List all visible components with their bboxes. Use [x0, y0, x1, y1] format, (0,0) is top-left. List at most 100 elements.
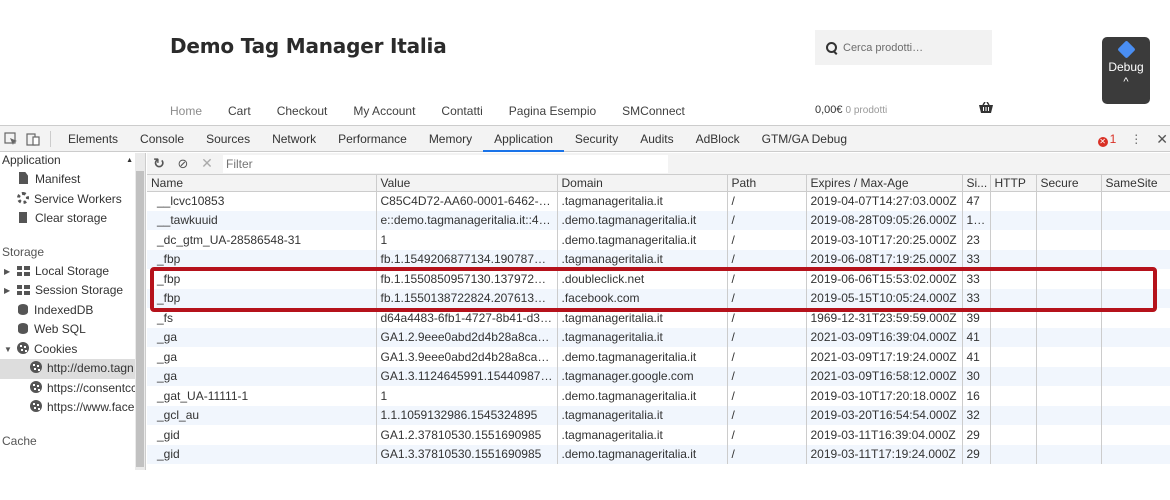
tab-network[interactable]: Network	[261, 126, 327, 152]
collapse-arrow-icon[interactable]: ▼	[4, 340, 12, 360]
table-row[interactable]: _dc_gtm_UA-28586548-31 1 .demo.tagmanageri…	[147, 230, 1170, 250]
trash-icon	[19, 212, 27, 223]
delete-selected-icon[interactable]: ✕	[195, 155, 219, 172]
column-header-name[interactable]: Name	[147, 175, 377, 192]
table-row[interactable]: _ga GA1.3.9eee0abd2d4b28a8cabb... .demo.ta…	[147, 347, 1170, 367]
cell-samesite	[1101, 444, 1170, 464]
sidebar-header-application: Application ▲	[0, 153, 145, 170]
sidebar-item-indexeddb[interactable]: IndexedDB	[0, 301, 145, 321]
cell-path: /	[727, 405, 807, 425]
grid-icon	[17, 285, 30, 295]
table-row[interactable]: _ga GA1.3.1124645991.1544098725 .tagmanage…	[147, 366, 1170, 386]
tab-memory[interactable]: Memory	[418, 126, 483, 152]
cell-http	[990, 210, 1037, 230]
sidebar-item-cookie-origin[interactable]: https://consentcc	[0, 379, 145, 399]
sidebar-item-service-workers[interactable]: Service Workers	[0, 190, 145, 210]
sidebar-item-clear-storage[interactable]: Clear storage	[0, 209, 145, 229]
cell-expires: 2019-06-08T17:19:25.000Z	[806, 249, 963, 269]
table-row[interactable]: _gid GA1.3.37810530.1551690985 .demo.tagma…	[147, 444, 1170, 464]
device-toolbar-icon[interactable]	[22, 126, 44, 152]
cell-http	[990, 327, 1037, 347]
cell-size: 29	[962, 425, 991, 445]
cell-samesite	[1101, 366, 1170, 386]
tab-application[interactable]: Application	[483, 126, 564, 152]
sidebar-item-cookie-origin[interactable]: https://www.face	[0, 398, 145, 418]
column-header-path[interactable]: Path	[727, 175, 807, 192]
table-row[interactable]: _fbp fb.1.1550850957130.1379726722 .double…	[147, 269, 1170, 289]
expand-arrow-icon[interactable]: ▶	[4, 281, 10, 301]
filter-input[interactable]	[223, 154, 668, 173]
tab-elements[interactable]: Elements	[57, 126, 129, 152]
sidebar-item-cookie-origin[interactable]: http://demo.tagn	[0, 359, 145, 379]
nav-checkout[interactable]: Checkout	[277, 104, 328, 118]
sidebar-item-manifest[interactable]: Manifest	[0, 170, 145, 190]
more-options-icon[interactable]: ⋮	[1130, 132, 1142, 146]
search-placeholder[interactable]: Cerca prodotti…	[843, 42, 923, 54]
table-row[interactable]: _gcl_au 1.1.1059132986.1545324895 .tagmana…	[147, 405, 1170, 425]
tab-console[interactable]: Console	[129, 126, 195, 152]
column-header-samesite[interactable]: SameSite	[1101, 175, 1170, 192]
table-row[interactable]: __tawkuuid e::demo.tagmanageritalia.it::4…	[147, 210, 1170, 230]
table-row[interactable]: _fs d64a4483-6fb1-4727-8b41-d31... .tagman…	[147, 308, 1170, 328]
sidebar-item-local-storage[interactable]: ▶ Local Storage	[0, 262, 145, 282]
table-row[interactable]: _fbp fb.1.1549206877134.1907876388 .tagman…	[147, 249, 1170, 269]
close-icon[interactable]: ✕	[1156, 131, 1168, 148]
sidebar-item-web-sql[interactable]: Web SQL	[0, 320, 145, 340]
nav-home[interactable]: Home	[170, 104, 202, 118]
table-row[interactable]: _ga GA1.2.9eee0abd2d4b28a8cabb... .tagmana…	[147, 327, 1170, 347]
table-row[interactable]: __lcvc10853 C85C4D72-AA60-0001-6462-14...…	[147, 191, 1170, 211]
basket-icon[interactable]	[979, 102, 993, 114]
nav-cart[interactable]: Cart	[228, 104, 251, 118]
clear-all-icon[interactable]: ⊘	[171, 156, 195, 172]
nav-pagina-esempio[interactable]: Pagina Esempio	[509, 104, 596, 118]
nav-smconnect[interactable]: SMConnect	[622, 104, 685, 118]
column-header-secure[interactable]: Secure	[1036, 175, 1102, 192]
site-title[interactable]: Demo Tag Manager Italia	[170, 34, 447, 58]
cell-value: fb.1.1549206877134.1907876388	[376, 249, 558, 269]
cell-domain: .tagmanageritalia.it	[557, 327, 728, 347]
sidebar-item-label: Web SQL	[34, 322, 86, 336]
table-row[interactable]: _gid GA1.2.37810530.1551690985 .tagmanager…	[147, 425, 1170, 445]
cart-items: 0 prodotti	[845, 105, 888, 116]
tab-security[interactable]: Security	[564, 126, 629, 152]
nav-contatti[interactable]: Contatti	[441, 104, 482, 118]
nav-my-account[interactable]: My Account	[353, 104, 415, 118]
tab-adblock[interactable]: AdBlock	[685, 126, 751, 152]
tab-performance[interactable]: Performance	[327, 126, 418, 152]
cookie-icon	[30, 380, 42, 393]
database-icon	[18, 323, 28, 334]
column-header-domain[interactable]: Domain	[557, 175, 728, 192]
column-header-size[interactable]: Si...	[962, 175, 991, 192]
sidebar-header-cache: Cache	[2, 433, 37, 448]
tab-gtm-ga-debug[interactable]: GTM/GA Debug	[751, 126, 858, 152]
table-row[interactable]: _fbp fb.1.1550138722824.2076133693 .facebo…	[147, 288, 1170, 308]
cart-amount: 0,00€	[815, 104, 843, 116]
sidebar-item-cookies[interactable]: ▼ Cookies	[0, 340, 145, 360]
refresh-icon[interactable]: ↻	[147, 155, 171, 172]
inspect-element-icon[interactable]	[0, 126, 22, 152]
cart-total[interactable]: 0,00€ 0 prodotti	[815, 104, 887, 116]
scrollbar-thumb[interactable]	[136, 171, 144, 467]
expand-arrow-icon[interactable]: ▶	[4, 262, 10, 282]
sidebar-item-label: Clear storage	[35, 211, 108, 225]
tab-audits[interactable]: Audits	[629, 126, 684, 152]
column-header-expires[interactable]: Expires / Max-Age	[806, 175, 963, 192]
sidebar-item-session-storage[interactable]: ▶ Session Storage	[0, 281, 145, 301]
gtm-debug-badge[interactable]: Debug ^	[1102, 37, 1150, 104]
cell-path: /	[727, 249, 807, 269]
sidebar-scrollbar[interactable]	[135, 153, 145, 471]
column-header-http[interactable]: HTTP	[990, 175, 1037, 192]
tab-sources[interactable]: Sources	[195, 126, 261, 152]
search-box[interactable]: Cerca prodotti…	[815, 30, 992, 65]
cell-http	[990, 191, 1037, 211]
column-header-value[interactable]: Value	[376, 175, 558, 192]
error-counter[interactable]: ✕ 1	[1097, 132, 1116, 147]
cookies-table: Name Value Domain Path Expires / Max-Age…	[147, 175, 1170, 464]
table-row[interactable]: _gat_UA-11111-1 1 .demo.tagmanageritalia.i…	[147, 386, 1170, 406]
cell-size: 29	[962, 444, 991, 464]
scroll-up-icon[interactable]: ▲	[126, 153, 133, 168]
tabbar-right: ✕ 1 ⋮ ✕	[1097, 126, 1170, 152]
sidebar-item-label: Session Storage	[35, 283, 124, 297]
cell-expires: 2019-03-10T17:20:18.000Z	[806, 386, 963, 406]
cell-secure	[1036, 386, 1102, 406]
